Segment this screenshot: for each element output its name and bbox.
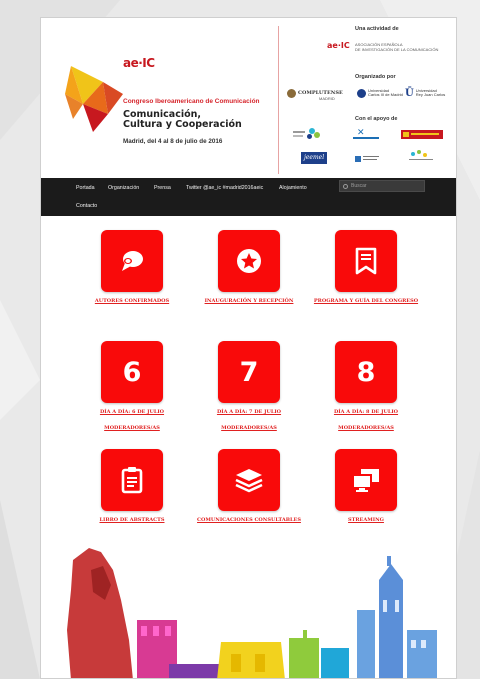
tile-streaming-label[interactable]: STREAMING [307,517,425,523]
tile-programa[interactable]: PROGRAMA Y GUÍA DEL CONGRESO [307,230,425,304]
tile-dia-7-label[interactable]: DÍA A DÍA: 7 DE JULIO [190,409,308,415]
tile-dia-7-box[interactable]: 7 [218,341,280,403]
chat-bubble-icon [122,251,143,271]
uc3m-seal-icon [357,88,366,98]
tile-autores-box[interactable] [101,230,163,292]
nav-twitter[interactable]: Twitter @ae_ic #madrid2016aeic [186,185,263,191]
tile-dia-8-box[interactable]: 8 [335,341,397,403]
support-logo-2: ✕ [353,128,381,140]
clipboard-doc-icon [121,467,143,494]
support-logo-4: jeemel [301,152,327,164]
brand-logo-text: ae·IC [123,56,155,70]
tile-streaming[interactable]: STREAMING [307,449,425,523]
conference-dates: Madrid, del 4 al 8 de julio de 2016 [123,138,223,145]
org3-sub: Rey Juan Carlos [415,92,446,97]
search-icon [343,183,348,189]
conference-name: Congreso Iberoamericano de Comunicación [123,98,260,105]
tile-dia-6[interactable]: 6 DÍA A DÍA: 6 DE JULIO MODERADORES/AS [73,341,191,431]
tile-inauguracion-label[interactable]: INAUGURACIÓN Y RECEPCIÓN [190,298,308,304]
page-frame: ae·IC Congreso Iberoamericano de Comunic… [40,17,457,679]
tile-comunicaciones-label[interactable]: COMUNICACIONES CONSULTABLES [190,517,308,523]
activity-title: Una actividad de [355,26,399,32]
tile-abstracts[interactable]: LIBRO DE ABSTRACTS [73,449,191,523]
nav-organizacion[interactable]: Organización [108,185,139,191]
tile-dia-6-number: 6 [122,356,142,388]
tile-inauguracion[interactable]: INAUGURACIÓN Y RECEPCIÓN [190,230,308,304]
org2-sub: Carlos III de Madrid [368,92,403,97]
conference-theme: Comunicación, Cultura y Cooperación [123,110,243,130]
support-logo-1 [293,128,327,140]
nav-alojamiento[interactable]: Alojamiento [279,185,307,191]
tile-dia-8-label[interactable]: DÍA A DÍA: 8 DE JULIO [307,409,425,415]
nav-contacto[interactable]: Contacto [76,203,97,209]
quick-links-grid: AUTORES CONFIRMADOS INAUGURACIÓN Y RECEP… [41,216,456,536]
tile-comunicaciones[interactable]: COMUNICACIONES CONSULTABLES [190,449,308,523]
tile-dia-7[interactable]: 7 DÍA A DÍA: 7 DE JULIO MODERADORES/AS [190,341,308,431]
nav-portada[interactable]: Portada [76,185,95,191]
tile-comunicaciones-box[interactable] [218,449,280,511]
layers-stack-icon [235,469,263,493]
site-header: ae·IC Congreso Iberoamericano de Comunic… [41,18,456,178]
header-divider [278,26,279,174]
tile-autores-label[interactable]: AUTORES CONFIRMADOS [73,298,191,304]
tile-autores[interactable]: AUTORES CONFIRMADOS [73,230,191,304]
tile-abstracts-label[interactable]: LIBRO DE ABSTRACTS [73,517,191,523]
tile-programa-box[interactable] [335,230,397,292]
tile-inauguracion-box[interactable] [218,230,280,292]
tile-dia-6-label[interactable]: DÍA A DÍA: 6 DE JULIO [73,409,191,415]
search-input[interactable] [351,183,421,189]
support-logo-5 [355,154,381,164]
org-urjc: Ū Universidad Rey Juan Carlos [405,87,446,99]
search-box [339,180,425,192]
org1-sub: MADRID [319,96,335,101]
tile-dia-7-moderadores[interactable]: MODERADORES/AS [190,425,308,431]
support-logo-3 [401,130,443,139]
tile-dia-7-number: 7 [239,356,259,388]
tile-dia-6-box[interactable]: 6 [101,341,163,403]
support-title: Con el apoyo de [355,116,398,122]
sponsors-column: Una actividad de ae·IC ASOCIACIÓN ESPAÑO… [283,24,453,174]
urjc-logo-icon: Ū [405,87,414,99]
complutense-seal-icon [287,88,296,98]
aeic-small-logo: ae·IC [327,41,350,50]
monitors-icon [352,469,379,492]
tile-dia-8-number: 8 [356,356,376,388]
tile-dia-8-moderadores[interactable]: MODERADORES/AS [307,425,425,431]
tile-programa-label[interactable]: PROGRAMA Y GUÍA DEL CONGRESO [307,298,425,304]
nav-prensa[interactable]: Prensa [154,185,171,191]
organized-title: Organizado por [355,74,396,80]
madrid-skyline-illustration [67,548,437,678]
bookmark-note-icon [355,247,377,275]
star-badge-icon [237,249,261,273]
tile-dia-8[interactable]: 8 DÍA A DÍA: 8 DE JULIO MODERADORES/AS [307,341,425,431]
aeic-full-line-2: DE INVESTIGACIÓN DE LA COMUNICACIÓN [355,47,439,52]
tile-abstracts-box[interactable] [101,449,163,511]
aeic-full-name: ASOCIACIÓN ESPAÑOLA DE INVESTIGACIÓN DE … [355,42,438,52]
org-uc3m: Universidad Carlos III de Madrid [357,88,403,98]
support-logo-6 [407,150,437,164]
tile-streaming-box[interactable] [335,449,397,511]
tile-dia-6-moderadores[interactable]: MODERADORES/AS [73,425,191,431]
theme-line-2: Cultura y Cooperación [123,119,242,130]
